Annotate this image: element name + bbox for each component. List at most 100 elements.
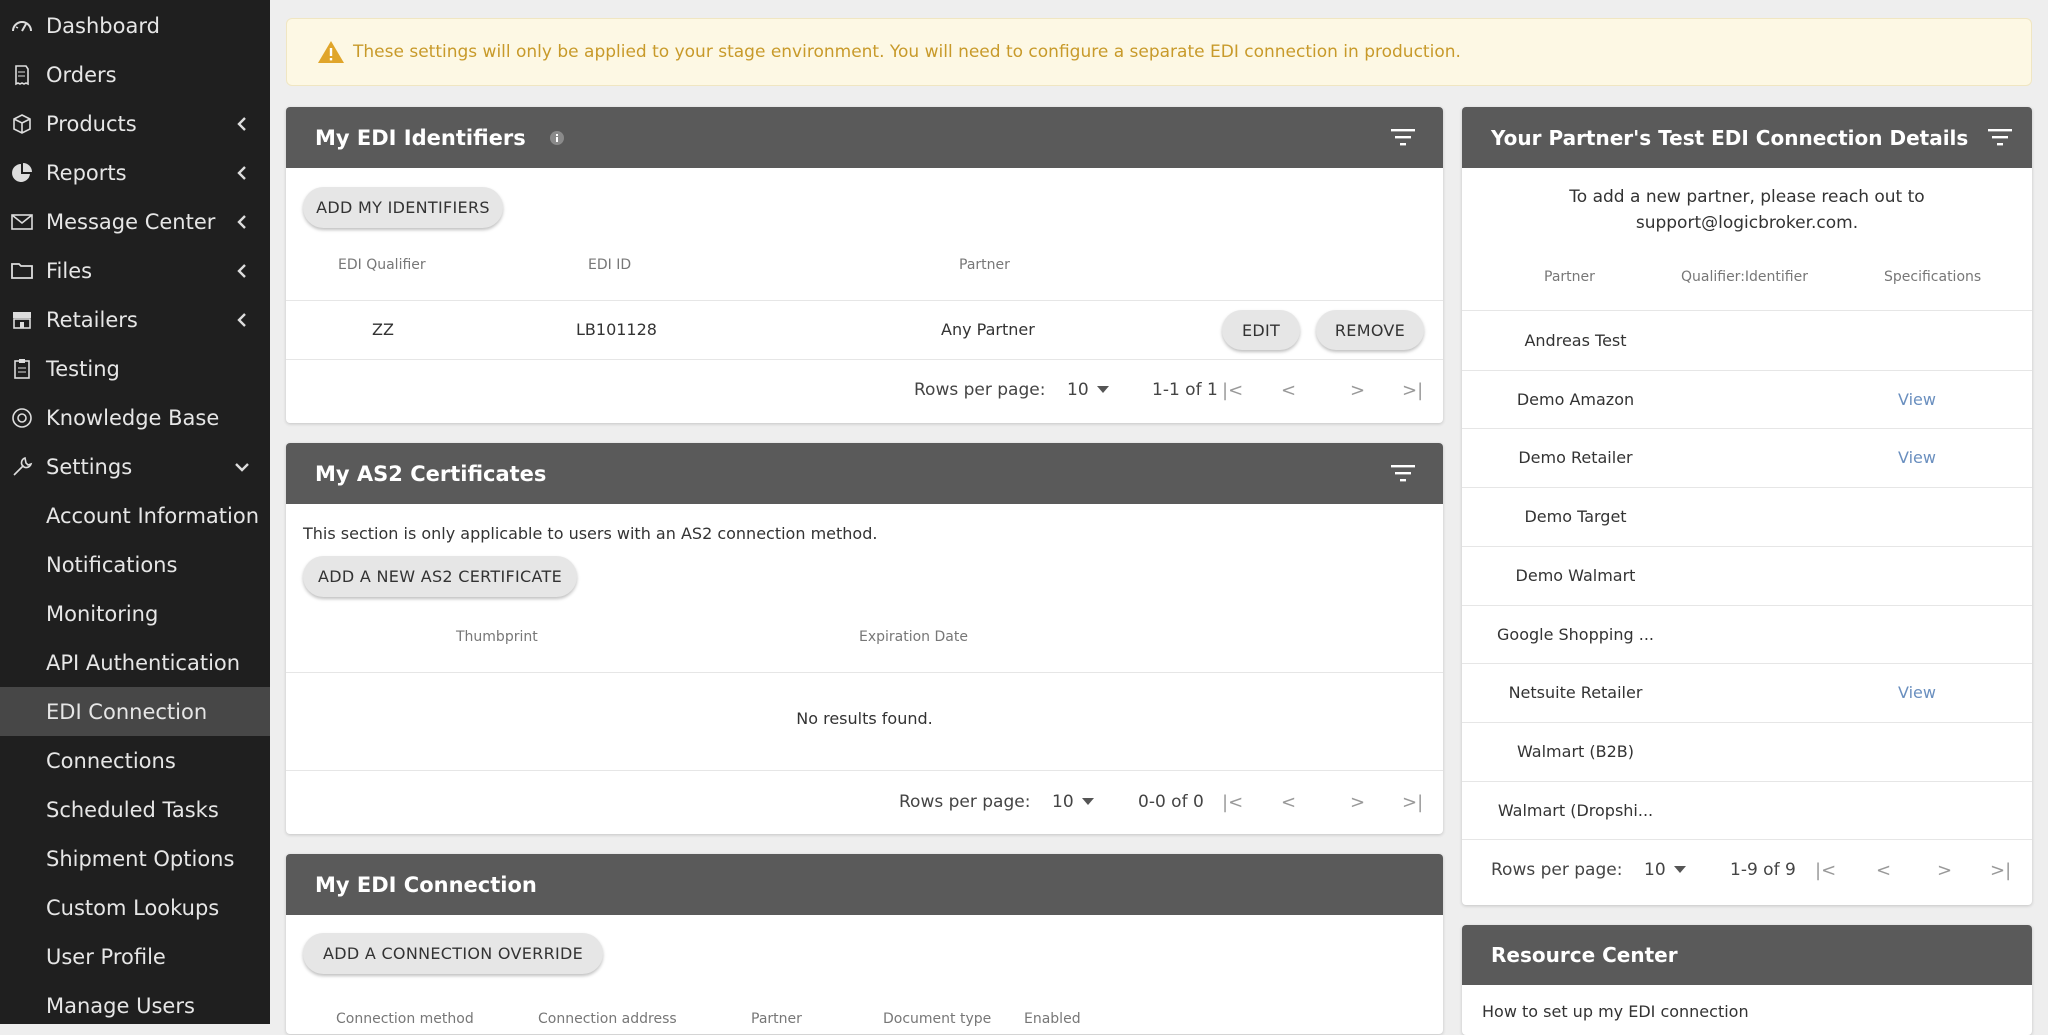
sidebar-item-knowledge-base[interactable]: Knowledge Base xyxy=(0,393,270,442)
sidebar-subitem-account-information[interactable]: Account Information xyxy=(0,491,270,540)
sidebar-item-reports[interactable]: Reports xyxy=(0,148,270,197)
card-title: My EDI Connection xyxy=(315,872,537,897)
add-connection-override-button[interactable]: ADD A CONNECTION OVERRIDE xyxy=(303,933,603,974)
card-title: Resource Center xyxy=(1491,943,1678,967)
column-header: Connection method xyxy=(336,1011,474,1027)
sidebar-subitem-manage-users[interactable]: Manage Users xyxy=(0,981,270,1030)
column-header: Partner xyxy=(1544,269,1595,285)
sidebar-item-label: Dashboard xyxy=(46,13,160,38)
sidebar-item-settings[interactable]: Settings xyxy=(0,442,270,491)
resource-center-card: Resource Center How to set up my EDI con… xyxy=(1462,925,2032,1035)
as2-certificates-card: My AS2 Certificates This section is only… xyxy=(286,443,1443,834)
first-page-icon[interactable]: |< xyxy=(1222,792,1243,813)
sidebar-subitem-api-authentication[interactable]: API Authentication xyxy=(0,638,270,687)
rows-per-page-select[interactable]: 10 xyxy=(1644,860,1686,880)
first-page-icon[interactable]: |< xyxy=(1815,860,1836,881)
next-page-icon[interactable]: > xyxy=(1937,860,1952,881)
sidebar-subitem-scheduled-tasks[interactable]: Scheduled Tasks xyxy=(0,785,270,834)
empty-state: No results found. xyxy=(796,709,933,728)
store-icon xyxy=(10,308,34,332)
sidebar-item-label: Connections xyxy=(46,748,176,773)
rows-per-page-select[interactable]: 10 xyxy=(1052,792,1094,812)
sidebar-item-products[interactable]: Products xyxy=(0,99,270,148)
card-title: Your Partner's Test EDI Connection Detai… xyxy=(1491,125,1969,150)
rows-per-page-label: Rows per page: xyxy=(1491,860,1623,880)
filter-icon[interactable] xyxy=(1988,127,2012,147)
sidebar-item-label: Account Information xyxy=(46,503,260,528)
filter-icon[interactable] xyxy=(1391,463,1415,483)
sidebar-item-retailers[interactable]: Retailers xyxy=(0,295,270,344)
column-header: Partner xyxy=(959,257,1010,273)
sidebar-item-testing[interactable]: Testing xyxy=(0,344,270,393)
pie-chart-icon xyxy=(10,161,34,185)
chevron-left-icon xyxy=(237,116,246,131)
column-header: Expiration Date xyxy=(859,629,968,645)
card-header: Resource Center xyxy=(1462,925,2032,985)
sidebar-item-files[interactable]: Files xyxy=(0,246,270,295)
as2-note: This section is only applicable to users… xyxy=(303,524,878,543)
folder-icon xyxy=(10,259,34,283)
partner-name-cell: Walmart (B2B) xyxy=(1517,741,1634,761)
prev-page-icon[interactable]: < xyxy=(1281,792,1296,813)
first-page-icon[interactable]: |< xyxy=(1222,380,1243,401)
chevron-left-icon xyxy=(237,165,246,180)
rows-per-page-label: Rows per page: xyxy=(914,380,1046,400)
view-specifications-link[interactable]: View xyxy=(1898,448,1936,467)
chevron-left-icon xyxy=(237,214,246,229)
view-specifications-link[interactable]: View xyxy=(1898,683,1936,702)
sidebar-item-dashboard[interactable]: Dashboard xyxy=(0,1,270,50)
prev-page-icon[interactable]: < xyxy=(1876,860,1891,881)
filter-icon[interactable] xyxy=(1391,127,1415,147)
sidebar-item-message-center[interactable]: Message Center xyxy=(0,197,270,246)
last-page-icon[interactable]: >| xyxy=(1990,860,2011,881)
add-my-identifiers-button[interactable]: ADD MY IDENTIFIERS xyxy=(303,187,503,228)
sidebar-item-label: Monitoring xyxy=(46,601,159,626)
sidebar-subitem-connections[interactable]: Connections xyxy=(0,736,270,785)
sidebar-subitem-custom-lookups[interactable]: Custom Lookups xyxy=(0,883,270,932)
sidebar-item-label: Manage Users xyxy=(46,993,195,1018)
tools-icon xyxy=(10,455,34,479)
partner-name-cell: Demo Walmart xyxy=(1515,565,1636,585)
sidebar-subitem-user-profile[interactable]: User Profile xyxy=(0,932,270,981)
sidebar-subitem-edi-connection[interactable]: EDI Connection xyxy=(0,687,270,736)
dropdown-arrow-icon xyxy=(1096,386,1109,393)
sidebar-item-label: Settings xyxy=(46,454,133,479)
column-header: EDI Qualifier xyxy=(338,257,426,273)
column-header: Enabled xyxy=(1024,1011,1081,1027)
box-icon xyxy=(10,112,34,136)
rows-per-page-select[interactable]: 10 xyxy=(1067,380,1109,400)
partner-name-cell: Demo Amazon xyxy=(1516,389,1635,409)
next-page-icon[interactable]: > xyxy=(1350,380,1365,401)
warning-icon xyxy=(318,41,344,63)
sidebar-item-label: Knowledge Base xyxy=(46,405,220,430)
sidebar-subitem-monitoring[interactable]: Monitoring xyxy=(0,589,270,638)
last-page-icon[interactable]: >| xyxy=(1402,380,1423,401)
info-icon[interactable] xyxy=(549,130,564,145)
partner-cell: Any Partner xyxy=(941,320,1035,339)
edit-button[interactable]: EDIT xyxy=(1222,310,1300,350)
sidebar-item-label: User Profile xyxy=(46,944,166,969)
last-page-icon[interactable]: >| xyxy=(1402,792,1423,813)
remove-button[interactable]: REMOVE xyxy=(1316,310,1424,350)
chevron-left-icon xyxy=(237,312,246,327)
sidebar-item-label: Custom Lookups xyxy=(46,895,220,920)
card-header: My AS2 Certificates xyxy=(286,443,1443,504)
rows-per-page-label: Rows per page: xyxy=(899,792,1031,812)
sidebar-subitem-notifications[interactable]: Notifications xyxy=(0,540,270,589)
next-page-icon[interactable]: > xyxy=(1350,792,1365,813)
envelope-icon xyxy=(10,210,34,234)
prev-page-icon[interactable]: < xyxy=(1281,380,1296,401)
card-header: My EDI Identifiers xyxy=(286,107,1443,168)
sidebar-item-label: Scheduled Tasks xyxy=(46,797,219,822)
partner-connection-details-card: Your Partner's Test EDI Connection Detai… xyxy=(1462,107,2032,905)
partner-name-cell: Netsuite Retailer xyxy=(1508,683,1643,703)
dropdown-arrow-icon xyxy=(1673,866,1686,873)
add-as2-certificate-button[interactable]: ADD A NEW AS2 CERTIFICATE xyxy=(303,556,577,597)
sidebar-item-label: Notifications xyxy=(46,552,178,577)
resource-link[interactable]: How to set up my EDI connection xyxy=(1482,1002,1749,1021)
view-specifications-link[interactable]: View xyxy=(1898,390,1936,409)
sidebar-item-orders[interactable]: Orders xyxy=(0,50,270,99)
page-range: 0-0 of 0 xyxy=(1138,792,1204,812)
partner-name-cell: Google Shopping ... xyxy=(1497,624,1654,644)
sidebar-subitem-shipment-options[interactable]: Shipment Options xyxy=(0,834,270,883)
